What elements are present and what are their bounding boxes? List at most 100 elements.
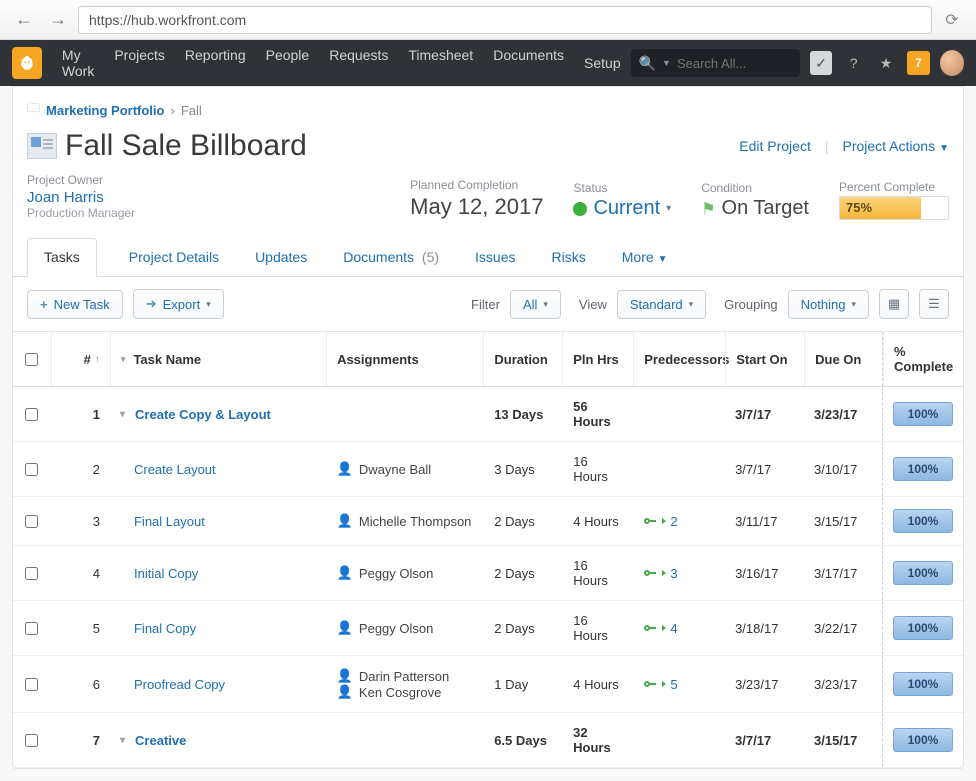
predecessor-cell: 4 xyxy=(634,601,725,655)
percent-complete-button[interactable]: 100% xyxy=(893,457,953,481)
predecessor-link[interactable]: 3 xyxy=(644,566,677,581)
forward-button[interactable]: → xyxy=(44,6,72,34)
setup-link[interactable]: Setup xyxy=(584,55,621,71)
caret-down-icon: ▾ xyxy=(543,299,548,310)
menu-my-work[interactable]: My Work xyxy=(62,47,94,79)
percent-complete-bar[interactable]: 75% xyxy=(839,196,949,220)
col-duration[interactable]: Duration xyxy=(483,332,562,386)
pln-hrs-cell: 16 Hours xyxy=(563,601,634,655)
start-on-cell: 3/16/17 xyxy=(725,546,804,600)
back-button[interactable]: ← xyxy=(10,6,38,34)
table-row: 4 Initial Copy 👤Peggy Olson 2 Days 16 Ho… xyxy=(13,546,963,601)
percent-complete-button[interactable]: 100% xyxy=(893,672,953,696)
project-header: Fall Sale Billboard Edit Project | Proje… xyxy=(13,129,963,169)
predecessor-cell xyxy=(634,713,725,767)
caret-down-icon: ▼ xyxy=(939,143,949,154)
view-dropdown[interactable]: Standard▾ xyxy=(617,290,706,319)
col-assignments[interactable]: Assignments xyxy=(326,332,483,386)
planned-label: Planned Completion xyxy=(410,178,543,192)
reload-button[interactable]: ⟳ xyxy=(938,6,966,34)
col-number[interactable]: # ↑ xyxy=(51,332,110,386)
search-input[interactable] xyxy=(677,56,792,71)
tab-documents[interactable]: Documents (5) xyxy=(339,239,443,275)
percent-complete-button[interactable]: 100% xyxy=(893,616,953,640)
col-task-name[interactable]: ▾Task Name xyxy=(110,332,326,386)
task-link[interactable]: Initial Copy xyxy=(134,566,198,581)
filter-dropdown[interactable]: All▾ xyxy=(510,290,561,319)
planned-date: May 12, 2017 xyxy=(410,194,543,220)
task-table: # ↑ ▾Task Name Assignments Duration Pln … xyxy=(13,332,963,768)
duration-cell: 2 Days xyxy=(484,497,563,545)
condition-label: Condition xyxy=(701,181,809,195)
predecessor-cell xyxy=(634,387,725,441)
expand-caret-icon[interactable]: ▾ xyxy=(120,735,125,746)
row-checkbox[interactable] xyxy=(25,463,38,476)
breadcrumb-separator: › xyxy=(170,103,174,118)
predecessor-link[interactable]: 4 xyxy=(644,621,677,636)
global-search[interactable]: 🔍 ▼ xyxy=(631,49,800,77)
project-actions-dropdown[interactable]: Project Actions▼ xyxy=(842,138,949,154)
tab-risks[interactable]: Risks xyxy=(548,239,590,275)
app-logo[interactable] xyxy=(12,47,42,79)
col-due-on[interactable]: Due On xyxy=(804,332,883,386)
menu-reporting[interactable]: Reporting xyxy=(185,47,246,79)
gantt-view-button[interactable]: ☰ xyxy=(919,289,949,319)
row-checkbox[interactable] xyxy=(25,408,38,421)
predecessor-link[interactable]: 2 xyxy=(644,514,677,529)
favorites-icon[interactable]: ★ xyxy=(875,51,897,75)
task-link[interactable]: Create Layout xyxy=(134,462,216,477)
col-select-all[interactable] xyxy=(13,332,51,386)
pln-hrs-cell: 16 Hours xyxy=(563,442,634,496)
col-start-on[interactable]: Start On xyxy=(725,332,804,386)
approvals-icon[interactable]: ✓ xyxy=(810,51,832,75)
percent-complete-button[interactable]: 100% xyxy=(893,402,953,426)
col-pct-complete[interactable]: % Complete xyxy=(883,332,963,386)
menu-projects[interactable]: Projects xyxy=(114,47,165,79)
new-task-button[interactable]: +New Task xyxy=(27,290,123,319)
row-checkbox[interactable] xyxy=(25,567,38,580)
task-link[interactable]: Creative xyxy=(135,733,186,748)
assignee: 👤Dwayne Ball xyxy=(337,461,431,477)
col-predecessors[interactable]: Predecessors xyxy=(633,332,725,386)
menu-timesheet[interactable]: Timesheet xyxy=(408,47,473,79)
user-avatar[interactable] xyxy=(940,50,964,76)
row-checkbox[interactable] xyxy=(25,678,38,691)
url-bar[interactable]: https://hub.workfront.com xyxy=(78,6,932,34)
status-dropdown[interactable]: Current ▾ xyxy=(573,197,671,220)
owner-name-link[interactable]: Joan Harris xyxy=(27,189,135,206)
tab-project-details[interactable]: Project Details xyxy=(125,239,223,275)
menu-documents[interactable]: Documents xyxy=(493,47,564,79)
tab-issues[interactable]: Issues xyxy=(471,239,519,275)
notifications-badge[interactable]: 7 xyxy=(907,51,929,75)
row-checkbox[interactable] xyxy=(25,622,38,635)
task-link[interactable]: Create Copy & Layout xyxy=(135,407,271,422)
filter-label: Filter xyxy=(471,297,500,312)
help-icon[interactable]: ? xyxy=(842,51,864,75)
export-button[interactable]: ➜Export▾ xyxy=(133,289,224,319)
task-link[interactable]: Proofread Copy xyxy=(134,677,225,692)
task-link[interactable]: Final Layout xyxy=(134,514,205,529)
task-link[interactable]: Final Copy xyxy=(134,621,196,636)
tab-updates[interactable]: Updates xyxy=(251,239,311,275)
predecessor-cell: 3 xyxy=(634,546,725,600)
breadcrumb-parent[interactable]: Marketing Portfolio xyxy=(46,103,164,118)
row-checkbox[interactable] xyxy=(25,515,38,528)
edit-project-link[interactable]: Edit Project xyxy=(739,138,811,154)
expand-caret-icon[interactable]: ▾ xyxy=(120,409,125,420)
grouping-dropdown[interactable]: Nothing▾ xyxy=(788,290,869,319)
predecessor-link[interactable]: 5 xyxy=(644,677,677,692)
tab-tasks[interactable]: Tasks xyxy=(27,238,97,277)
menu-people[interactable]: People xyxy=(266,47,310,79)
percent-complete-button[interactable]: 100% xyxy=(893,561,953,585)
row-number: 4 xyxy=(51,546,110,600)
percent-complete-button[interactable]: 100% xyxy=(893,728,953,752)
url-text: https://hub.workfront.com xyxy=(89,12,246,28)
table-row: 6 Proofread Copy 👤Darin Patterson👤Ken Co… xyxy=(13,656,963,713)
percent-complete-button[interactable]: 100% xyxy=(893,509,953,533)
menu-requests[interactable]: Requests xyxy=(329,47,388,79)
tab-more[interactable]: More▼ xyxy=(618,239,672,275)
col-pln-hrs[interactable]: Pln Hrs xyxy=(562,332,633,386)
row-checkbox[interactable] xyxy=(25,734,38,747)
select-all-checkbox[interactable] xyxy=(25,353,38,366)
grid-view-button[interactable]: ▦ xyxy=(879,289,909,319)
